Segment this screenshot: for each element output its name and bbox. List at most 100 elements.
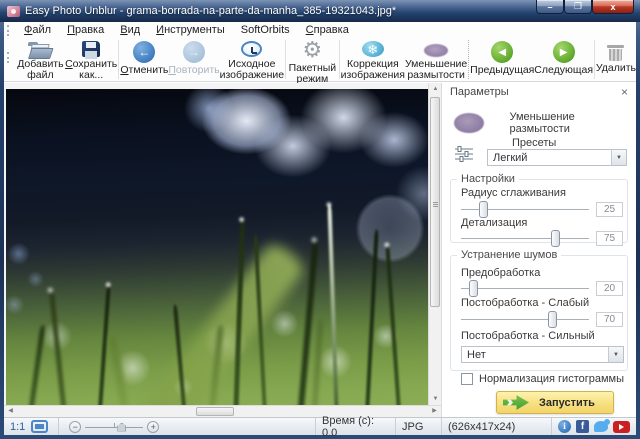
undo-button[interactable]: ← Отменить bbox=[120, 38, 168, 81]
facebook-icon[interactable]: f bbox=[576, 420, 589, 433]
run-button[interactable]: Запустить bbox=[496, 391, 614, 414]
normalize-checkbox[interactable] bbox=[461, 373, 473, 385]
menu-edit[interactable]: Правка bbox=[59, 23, 112, 37]
deblur-tool-icon bbox=[454, 113, 484, 133]
image-correction-button[interactable]: ❄ Коррекция изображения bbox=[341, 38, 405, 81]
add-file-button[interactable]: Добавить файл bbox=[16, 38, 65, 81]
deblur-tool-button[interactable]: Уменьшение размытости bbox=[405, 38, 467, 81]
statusbar: 1:1 − + Время (с): 0.0 JPG (626x417x24) … bbox=[4, 415, 636, 439]
toolbar-separator bbox=[468, 40, 470, 79]
photo-decor-grass-blade bbox=[327, 204, 339, 406]
redo-button[interactable]: → Повторить bbox=[168, 38, 220, 81]
panel-title: Параметры bbox=[450, 86, 509, 98]
status-dimensions: (626x417x24) bbox=[441, 418, 551, 435]
menu-help[interactable]: Справка bbox=[298, 23, 357, 37]
batch-mode-button[interactable]: ⚙ Пакетный режим bbox=[287, 38, 338, 85]
run-arrow-icon bbox=[503, 395, 529, 410]
fit-to-window-icon[interactable] bbox=[31, 420, 49, 433]
youtube-icon[interactable] bbox=[613, 420, 630, 433]
panel-close-icon[interactable]: × bbox=[621, 86, 628, 98]
preprocess-label: Предобработка bbox=[461, 267, 541, 279]
delete-button[interactable]: Удалить bbox=[596, 38, 636, 81]
detail-value[interactable]: 75 bbox=[596, 231, 623, 246]
parameters-panel: Параметры × Уменьшение размытости Пресет… bbox=[441, 83, 636, 417]
photo-decor-grass-blade bbox=[107, 334, 132, 406]
arrow-right-icon: ▶ bbox=[552, 41, 575, 63]
detail-slider[interactable] bbox=[461, 230, 589, 247]
next-image-button[interactable]: ▶ Следующая bbox=[534, 38, 593, 81]
toolbar-separator bbox=[338, 40, 340, 79]
open-folder-icon bbox=[28, 42, 54, 59]
preprocess-value[interactable]: 20 bbox=[596, 281, 623, 296]
zoom-slider-thumb[interactable] bbox=[117, 422, 127, 432]
postprocess-weak-slider[interactable] bbox=[461, 311, 589, 328]
window-title: Easy Photo Unblur - grama-borrada-na-par… bbox=[25, 5, 397, 17]
zoom-slider[interactable] bbox=[85, 421, 144, 433]
preprocess-slider[interactable] bbox=[461, 280, 589, 297]
photo-canvas[interactable] bbox=[6, 89, 428, 406]
radius-slider[interactable] bbox=[461, 201, 589, 218]
radius-label: Радиус сглаживания bbox=[461, 187, 566, 199]
menubar-grip bbox=[7, 24, 10, 36]
redo-icon: → bbox=[182, 41, 205, 63]
previous-image-button[interactable]: ◀ Предыдущая bbox=[470, 38, 534, 81]
titlebar[interactable]: Easy Photo Unblur - grama-borrada-na-par… bbox=[0, 0, 640, 22]
photo-decor-grass-blade bbox=[385, 244, 402, 406]
toolbar-separator bbox=[118, 40, 120, 79]
app-icon bbox=[7, 5, 20, 17]
presets-dropdown[interactable]: Легкий ▼ bbox=[487, 149, 627, 166]
menu-softorbits[interactable]: SoftOrbits bbox=[233, 23, 298, 37]
tool-name-label: Уменьшение размытости bbox=[509, 111, 575, 135]
chevron-down-icon[interactable]: ▼ bbox=[608, 347, 623, 362]
scroll-right-icon[interactable]: ▶ bbox=[428, 406, 441, 417]
photo-decor-grass-blade bbox=[26, 324, 46, 406]
status-time: Время (с): 0.0 bbox=[315, 415, 395, 439]
menu-view[interactable]: Вид bbox=[112, 23, 148, 37]
vertical-scrollbar[interactable]: ▲ ▼ bbox=[428, 83, 441, 406]
original-image-button[interactable]: Исходное изображение bbox=[220, 38, 284, 81]
history-clock-icon bbox=[241, 41, 263, 57]
postprocess-strong-dropdown[interactable]: Нет ▼ bbox=[461, 346, 624, 363]
menu-file[interactable]: Файл bbox=[16, 23, 59, 37]
presets-label: Пресеты bbox=[512, 137, 557, 149]
chevron-down-icon[interactable]: ▼ bbox=[611, 150, 626, 165]
radius-value[interactable]: 25 bbox=[596, 202, 623, 217]
minimize-button[interactable]: – bbox=[536, 0, 564, 14]
status-format: JPG bbox=[395, 418, 441, 435]
gear-icon: ⚙ bbox=[302, 38, 323, 63]
trash-icon bbox=[607, 43, 625, 61]
postprocess-weak-slider-thumb[interactable] bbox=[548, 311, 558, 328]
preprocess-slider-thumb[interactable] bbox=[468, 280, 478, 297]
vscroll-thumb[interactable] bbox=[430, 97, 440, 307]
toolbar-separator bbox=[594, 40, 595, 79]
blur-ball-icon bbox=[424, 44, 449, 57]
menu-tools[interactable]: Инструменты bbox=[148, 23, 233, 37]
hscroll-thumb[interactable] bbox=[196, 407, 234, 416]
photo-decor-grass-blade bbox=[48, 289, 68, 406]
detail-slider-thumb[interactable] bbox=[550, 230, 560, 247]
undo-icon: ← bbox=[133, 41, 156, 63]
zoom-in-icon[interactable]: + bbox=[147, 420, 160, 433]
detail-label: Детализация bbox=[461, 217, 528, 229]
radius-slider-thumb[interactable] bbox=[478, 201, 488, 218]
zoom-out-icon[interactable]: − bbox=[69, 420, 82, 433]
save-as-button[interactable]: Сохранить как... bbox=[65, 38, 118, 81]
close-button[interactable]: x bbox=[592, 0, 634, 14]
scroll-left-icon[interactable]: ◀ bbox=[4, 406, 17, 417]
maximize-button[interactable]: ❐ bbox=[564, 0, 592, 14]
toolbar-separator bbox=[285, 40, 286, 79]
image-canvas-area: ▲ ▼ ◀ ▶ bbox=[4, 83, 441, 417]
toolbar: Добавить файл Сохранить как... ← Отменит… bbox=[4, 38, 636, 85]
normalize-histogram-option[interactable]: Нормализация гистограммы bbox=[461, 373, 624, 385]
postprocess-strong-label: Постобработка - Сильный bbox=[461, 330, 595, 342]
zoom-1-1-button[interactable]: 1:1 bbox=[10, 421, 25, 433]
floppy-disk-icon bbox=[82, 41, 101, 59]
info-icon[interactable]: i bbox=[558, 420, 571, 433]
snowflake-icon: ❄ bbox=[361, 41, 384, 57]
window-frame: Easy Photo Unblur - grama-borrada-na-par… bbox=[0, 0, 640, 439]
postprocess-weak-label: Постобработка - Слабый bbox=[461, 297, 590, 309]
postprocess-weak-value[interactable]: 70 bbox=[596, 312, 623, 327]
photo-decor-grass-blade bbox=[131, 239, 308, 406]
twitter-icon[interactable] bbox=[594, 419, 610, 432]
menubar: Файл Правка Вид Инструменты SoftOrbits С… bbox=[4, 22, 636, 38]
